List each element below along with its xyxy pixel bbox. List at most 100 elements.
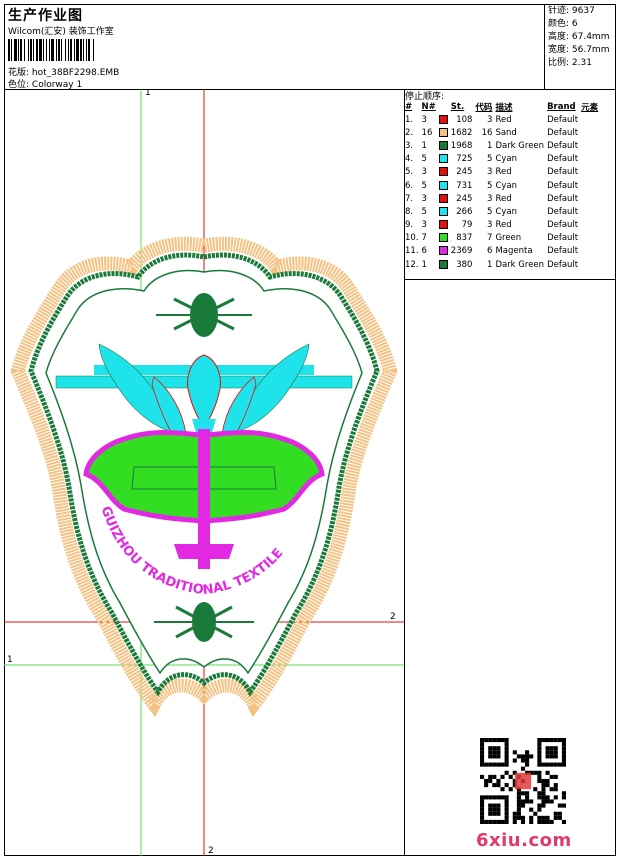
cell-needle: 6	[421, 246, 427, 257]
cell-brand: Default	[547, 140, 579, 151]
cell-code: 6	[487, 246, 493, 257]
cell-description: Red	[495, 220, 512, 231]
cell-brand: Default	[547, 127, 579, 138]
cell-element	[580, 166, 600, 179]
color-swatch-box	[438, 180, 448, 190]
cell-index: 3.	[405, 140, 414, 151]
color-swatch-box	[438, 167, 448, 177]
color-swatch-box	[438, 206, 448, 216]
page-title: 生产作业图	[8, 8, 83, 24]
table-row[interactable]: 11. 6 2369 6 Magenta Default	[404, 245, 600, 258]
color-swatch-box	[438, 154, 448, 164]
color-swatch	[438, 232, 450, 245]
color-swatch	[438, 205, 450, 218]
cell-stitches: 2369	[450, 246, 473, 257]
cell-brand: Default	[547, 154, 579, 165]
cell-index: 6.	[405, 180, 414, 191]
cell-description: Cyan	[495, 180, 517, 191]
color-swatch	[438, 179, 450, 192]
color-swatch-box	[438, 127, 448, 137]
table-row[interactable]: 2. 16 1682 16 Sand Default	[404, 126, 600, 139]
cell-stitches: 380	[456, 259, 473, 270]
cell-code: 5	[487, 206, 493, 217]
cell-brand: Default	[547, 233, 579, 244]
cell-needle: 1	[421, 259, 427, 270]
table-row[interactable]: 10. 7 837 7 Green Default	[404, 232, 600, 245]
cell-code: 7	[487, 233, 493, 244]
table-row[interactable]: 4. 5 725 5 Cyan Default	[404, 153, 600, 166]
table-row[interactable]: 6. 5 731 5 Cyan Default	[404, 179, 600, 192]
table-row[interactable]: 7. 3 245 3 Red Default	[404, 192, 600, 205]
cell-index: 9.	[405, 220, 414, 231]
cell-element	[580, 245, 600, 258]
cell-stitches: 108	[456, 114, 473, 125]
cell-element	[580, 113, 600, 126]
cell-stitches: 266	[456, 206, 473, 217]
cell-index: 10.	[405, 233, 419, 244]
cell-description: Green	[495, 233, 522, 244]
cell-needle: 3	[421, 220, 427, 231]
cell-brand: Default	[547, 180, 579, 191]
cell-description: Cyan	[495, 206, 517, 217]
cell-description: Dark Green	[495, 140, 545, 151]
table-row[interactable]: 8. 5 266 5 Cyan Default	[404, 205, 600, 218]
color-swatch	[438, 258, 450, 271]
cell-element	[580, 205, 600, 218]
cell-needle: 3	[421, 114, 427, 125]
color-swatch-box	[438, 140, 448, 150]
table-row[interactable]: 1. 3 108 3 Red Default	[404, 113, 600, 126]
cell-stitches: 1968	[450, 140, 473, 151]
cell-element	[580, 126, 600, 139]
cell-element	[580, 179, 600, 192]
color-swatch	[438, 219, 450, 232]
cell-description: Red	[495, 193, 512, 204]
stat-width: 宽度: 56.7mm	[548, 45, 610, 55]
cell-needle: 5	[421, 206, 427, 217]
cell-code: 3	[487, 114, 493, 125]
col-swatch	[438, 100, 450, 113]
stat-scale: 比例: 2.31	[548, 58, 592, 68]
qr-code	[480, 738, 566, 824]
color-swatch	[438, 245, 450, 258]
cell-needle: 1	[421, 140, 427, 151]
cell-index: 7.	[405, 193, 414, 204]
cell-index: 11.	[405, 246, 419, 257]
cell-element	[580, 232, 600, 245]
watermark: 6xiu.com	[476, 830, 572, 851]
cell-stitches: 245	[456, 193, 473, 204]
cell-brand: Default	[547, 220, 579, 231]
table-header-row: # N# St. 代码 描述 Brand 元素	[404, 100, 600, 113]
studio-name: Wilcom(汇安) 装饰工作室	[8, 27, 114, 37]
cell-element	[580, 258, 600, 271]
cell-index: 12.	[405, 259, 419, 270]
guide-label-v2: 2	[208, 846, 214, 856]
table-row[interactable]: 3. 1 1968 1 Dark Green Default	[404, 139, 600, 152]
color-swatch-box	[438, 193, 448, 203]
color-swatch	[438, 126, 450, 139]
cell-element	[580, 139, 600, 152]
cell-description: Cyan	[495, 154, 517, 165]
cell-stitches: 79	[461, 220, 473, 231]
cell-index: 8.	[405, 206, 414, 217]
cell-element	[580, 192, 600, 205]
cell-description: Sand	[495, 127, 517, 138]
cell-brand: Default	[547, 193, 579, 204]
cell-description: Red	[495, 167, 512, 178]
cell-code: 3	[487, 193, 493, 204]
stop-sequence-panel: 停止顺序: # N# St. 代码 描述 Brand 元素 1. 3 108 3 Red…	[404, 89, 616, 280]
table-row[interactable]: 12. 1 380 1 Dark Green Default	[404, 258, 600, 271]
table-row[interactable]: 9. 3 79 3 Red Default	[404, 219, 600, 232]
color-swatch	[438, 113, 450, 126]
cell-code: 1	[487, 259, 493, 270]
table-row[interactable]: 5. 3 245 3 Red Default	[404, 166, 600, 179]
cell-description: Red	[495, 114, 512, 125]
stat-height: 高度: 67.4mm	[548, 32, 610, 42]
color-swatch	[438, 192, 450, 205]
cell-needle: 5	[421, 154, 427, 165]
color-swatch	[438, 139, 450, 152]
stat-colors: 颜色: 6	[548, 19, 578, 29]
cell-element	[580, 153, 600, 166]
color-swatch-box	[438, 220, 448, 230]
guide-label-h1: 1	[7, 655, 13, 665]
color-swatch	[438, 153, 450, 166]
